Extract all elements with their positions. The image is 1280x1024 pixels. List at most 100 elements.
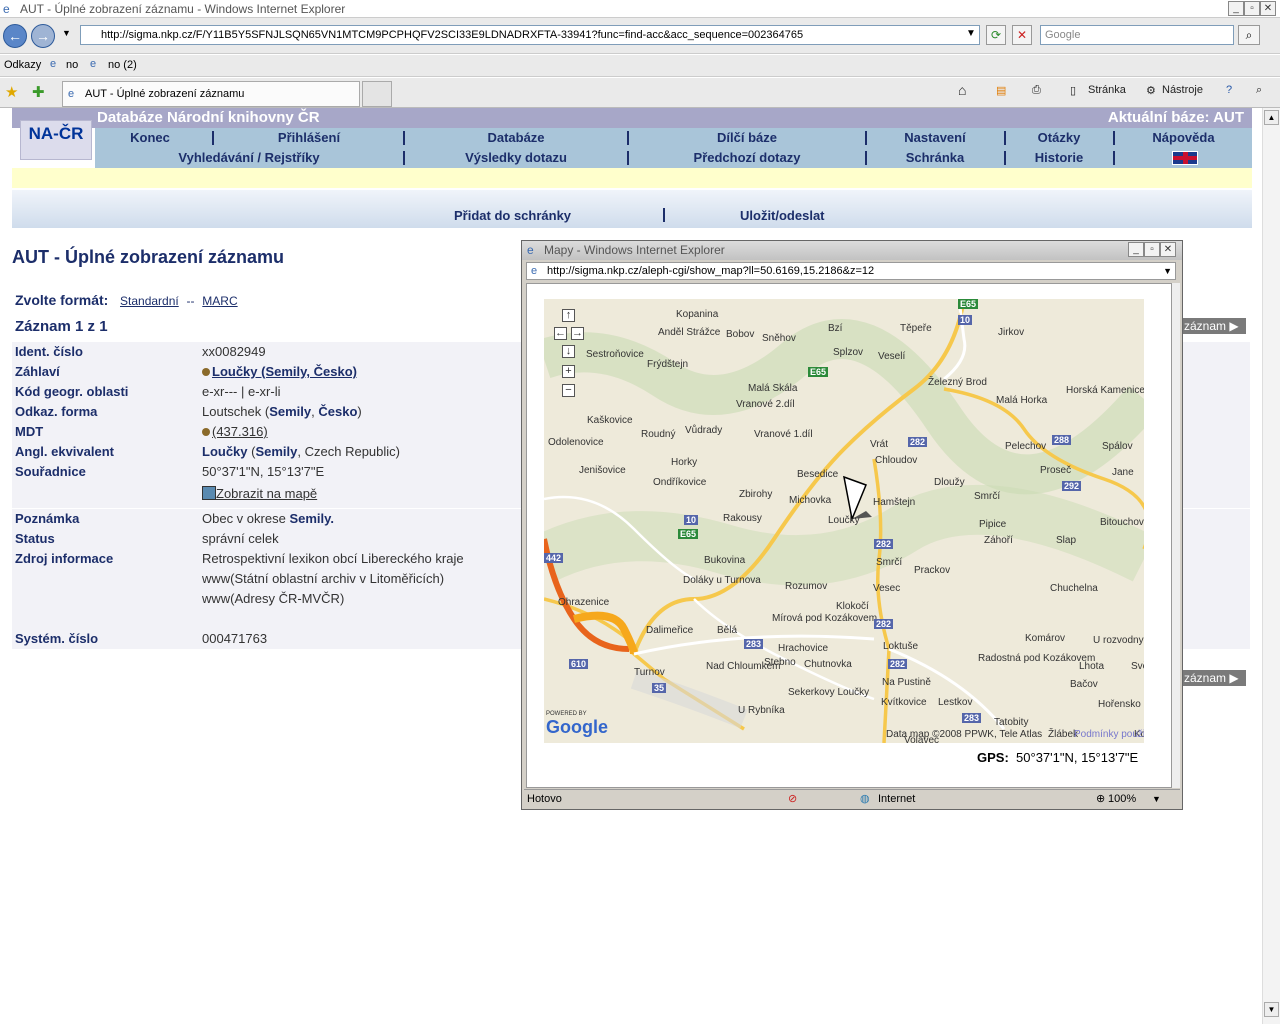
menu-napoveda[interactable]: Nápověda [1115,130,1252,145]
add-favorite-icon[interactable]: ✚ [32,83,45,101]
field-label: Odkaz. forma [15,404,98,419]
menu-schranka[interactable]: Schránka [867,150,1003,165]
popup-minimize-button[interactable]: _ [1128,242,1144,257]
save-send-link[interactable]: Uložit/odeslat [740,208,825,223]
map-place-label: Turnov [634,667,665,678]
road-number-badge: 35 [652,683,667,693]
research-icon[interactable]: ⌕ [1256,84,1262,97]
map-place-label: Světlá [1131,661,1144,672]
link-no-2[interactable]: no (2) [108,59,137,71]
menu-dilci-baze[interactable]: Dílčí báze [629,130,865,145]
field-value: xx0082949 [202,344,266,359]
add-to-basket-link[interactable]: Přidat do schránky [454,208,571,223]
scroll-down-icon[interactable]: ▼ [1264,1002,1279,1017]
refresh-icon[interactable]: ⟳ [986,25,1006,45]
tab-active[interactable]: e AUT - Úplné zobrazení záznamu [62,81,360,107]
menu-otazky[interactable]: Otázky [1006,130,1112,145]
google-map[interactable]: ↑ ← → ↓ + − Kopanina Anděl Strážce Bobov Sn… [544,299,1144,743]
pan-right-icon[interactable]: → [571,327,584,340]
map-place-label: Jane [1112,467,1134,478]
map-place-label: Rozumov [785,581,828,592]
back-button[interactable]: ← [3,24,27,48]
field-label: Záhlaví [15,364,60,379]
popup-scrollbar[interactable] [1172,283,1180,788]
help-icon[interactable]: ? [1226,84,1232,96]
address-bar[interactable]: http://sigma.nkp.cz/F/Y11B5Y5SFNJLSQN65V… [80,25,980,45]
favorites-star-icon[interactable]: ★ [5,83,18,101]
maximize-button[interactable]: ▫ [1244,1,1260,16]
field-value: Retrospektivní lexikon obcí Libereckého … [202,551,464,566]
popup-address-bar[interactable]: e http://sigma.nkp.cz/aleph-cgi/show_map… [526,262,1176,280]
value-part: Czech Republic [304,444,396,459]
map-place-label: Bzí [828,323,843,334]
next-record-label: záznam [1184,319,1227,333]
history-dropdown-icon[interactable]: ▼ [62,28,71,38]
menu-konec[interactable]: Konec [95,130,205,145]
popup-maximize-button[interactable]: ▫ [1144,242,1160,257]
menu-historie[interactable]: Historie [1006,150,1112,165]
close-button[interactable]: ✕ [1260,1,1276,16]
popup-zoom[interactable]: 100% [1108,790,1136,809]
rss-icon[interactable]: ▤ [996,84,1006,97]
map-place-label: Stebno [764,657,796,668]
new-tab-button[interactable] [362,81,392,107]
mdt-link[interactable]: (437.316) [212,424,268,439]
show-map-link[interactable]: Zobrazit na mapě [216,486,317,501]
page-scrollbar[interactable]: ▲ ▼ [1262,108,1280,1024]
pan-left-icon[interactable]: ← [554,327,567,340]
map-place-label: Hořensko [1098,699,1141,710]
message-bar [12,168,1252,188]
map-place-label: Vesec [873,583,901,594]
popup-address-dropdown-icon[interactable]: ▼ [1163,263,1172,279]
print-icon[interactable]: ⎙ [1032,84,1041,97]
next-record-button-bottom[interactable]: záznam ▶ [1180,670,1246,686]
road-number-badge: 10 [684,515,699,525]
stop-icon[interactable]: ✕ [1012,25,1032,45]
home-icon[interactable]: ⌂ [958,82,966,98]
forward-button[interactable]: → [31,24,55,48]
record-counter: Záznam 1 z 1 [15,318,108,335]
map-place-label: Železný Brod [928,377,987,388]
links-label: Odkazy [4,59,42,71]
menu-databaze[interactable]: Databáze [405,130,627,145]
scroll-up-icon[interactable]: ▲ [1264,110,1279,125]
value-part: Česko [318,404,358,419]
search-icon[interactable]: ⌕ [1238,25,1260,45]
minimize-button[interactable]: _ [1228,1,1244,16]
address-dropdown-icon[interactable]: ▼ [966,28,976,39]
popup-close-button[interactable]: ✕ [1160,242,1176,257]
value-part: Semily [255,444,298,459]
tab-bar: ★ ✚ e AUT - Úplné zobrazení záznamu ⌂ ▤ … [0,78,1280,108]
map-place-label: Malá Skála [748,383,798,394]
page-menu[interactable]: Stránka [1088,84,1126,96]
zoom-dropdown-icon[interactable]: ▼ [1152,790,1161,809]
map-place-label: Sestroňovice [586,349,644,360]
menu-nastaveni[interactable]: Nastavení [867,130,1003,145]
field-value: Loučky (Semily, Česko) [202,364,357,379]
map-place-label: Sekerkovy Loučky [788,687,870,698]
popup-statusbar: Hotovo ⊘ ◍ Internet ⊕ 100% ▼ [524,789,1180,808]
menu-prihlaseni[interactable]: Přihlášení [215,130,403,145]
map-place-label: Bitouchov [1100,517,1144,528]
window-title: AUT - Úplné zobrazení záznamu - Windows … [20,2,346,16]
map-place-label: Pelechov [1005,441,1047,452]
next-record-button[interactable]: záznam ▶ [1180,318,1246,334]
tools-menu[interactable]: Nástroje [1162,84,1203,96]
field-label: Souřadnice [15,464,86,479]
format-marc-link[interactable]: MARC [202,294,237,308]
heading-link[interactable]: Loučky (Semily, Česko) [212,364,357,379]
menu-vysledky[interactable]: Výsledky dotazu [405,150,627,165]
zoom-out-icon[interactable]: − [562,384,575,397]
map-place-label: Frýdštejn [647,359,689,370]
link-no[interactable]: no [66,59,78,71]
value-part: Obec v okrese [202,511,286,526]
menu-vyhledavani[interactable]: Vyhledávání / Rejstříky [95,150,403,165]
pan-down-icon[interactable]: ↓ [562,345,575,358]
map-terms-link[interactable]: Podmínky použití [1074,729,1144,740]
menu-predchozi-dotazy[interactable]: Předchozí dotazy [629,150,865,165]
pan-up-icon[interactable]: ↑ [562,309,575,322]
uk-flag-icon[interactable] [1172,151,1198,165]
zoom-in-icon[interactable]: + [562,365,575,378]
format-standard-link[interactable]: Standardní [120,294,179,308]
search-input[interactable]: Google [1040,25,1234,45]
